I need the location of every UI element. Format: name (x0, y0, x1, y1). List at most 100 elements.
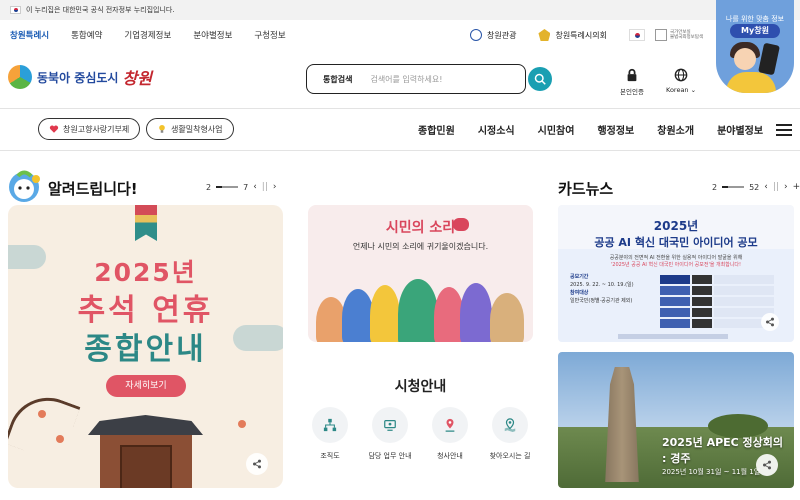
living-project-button[interactable]: 생활밀착형사업 (146, 118, 234, 140)
ai-sponsor-logos (618, 334, 728, 339)
guide-building[interactable]: 청사안내 (428, 407, 472, 461)
share-icon (253, 459, 261, 469)
prev-icon[interactable]: ‹ (253, 182, 257, 192)
guide-label: 찾아오시는 길 (489, 452, 531, 460)
speech-bubble-icon (453, 218, 469, 231)
util-item-changwon[interactable]: 창원특례시 (10, 29, 49, 41)
share-icon (766, 317, 774, 327)
citizen-illustration (370, 285, 400, 342)
council-icon (538, 29, 551, 41)
citizen-voice-card[interactable]: 시민의 소리 언제나 시민의 소리에 귀기울이겠습니다. (308, 205, 533, 342)
voice-title: 시민의 소리 (385, 220, 456, 236)
guide-duties[interactable]: 담당 업무 안내 (368, 407, 412, 461)
hometown-donation-button[interactable]: 창원고향사랑기부제 (38, 118, 141, 140)
guide-label: 조직도 (320, 452, 340, 460)
notice-headline-2: 종합안내 (84, 332, 207, 367)
menu-city-news[interactable]: 시정소식 (478, 122, 515, 137)
citizen-illustration (460, 283, 492, 342)
menu-field-info[interactable]: 분야별정보 (717, 122, 763, 137)
notices-page-current: 2 (206, 182, 212, 192)
lock-icon (627, 68, 637, 82)
plus-icon[interactable]: + (793, 182, 800, 192)
ai-title: 공공 AI 혁신 대국민 아이디어 공모 (594, 236, 758, 249)
share-button[interactable] (756, 454, 778, 476)
guide-directions[interactable]: 찾아오시는 길 (488, 407, 532, 461)
promo-character-face (734, 48, 756, 70)
prev-icon[interactable]: ‹ (764, 182, 768, 192)
guide-label: 청사안내 (437, 452, 463, 460)
share-button[interactable] (246, 453, 268, 475)
util-item-reservation[interactable]: 통합예약 (71, 29, 102, 41)
apec-title: 2025년 APEC 정상회의 (662, 436, 784, 449)
living-project-label: 생활밀착형사업 (171, 124, 223, 134)
gov-banner-text: 이 누리집은 대한민국 공식 전자정부 누리집입니다. (26, 6, 175, 14)
card-news-pager: 2 52 ‹ || › + (712, 182, 800, 192)
util-item-field-info[interactable]: 분야별정보 (193, 29, 232, 41)
search-input[interactable] (370, 74, 491, 84)
auth-label: 본인인증 (620, 88, 644, 96)
util-item-economy[interactable]: 기업경제정보 (124, 29, 171, 41)
flower-decoration (38, 410, 46, 418)
search-label: 통합검색 (323, 74, 353, 84)
nsc-logo[interactable]: 국가안보실 불법국외정보탐색 (655, 29, 703, 41)
next-icon[interactable]: › (273, 182, 277, 192)
org-chart-icon (323, 418, 337, 432)
citizen-illustration (490, 293, 524, 342)
notice-more-button[interactable]: 자세히보기 (106, 375, 186, 397)
flower-decoration (238, 420, 246, 428)
hometown-donation-label: 창원고향사랑기부제 (63, 124, 130, 134)
guide-org-chart[interactable]: 조직도 (308, 407, 352, 461)
share-button[interactable] (761, 313, 779, 331)
logo-script: 창원 (122, 69, 152, 88)
apec-date: 2025년 10월 31일 ~ 11월 1일 (662, 468, 761, 476)
cheomseongdae-image (605, 367, 639, 482)
menu-participation[interactable]: 시민참여 (538, 122, 575, 137)
share-icon (763, 460, 771, 470)
festival-notice-card[interactable]: 2025년 추석 연휴 종합안내 자세히보기 (8, 205, 283, 488)
card-news-page-total: 52 (749, 182, 760, 192)
search-button[interactable] (528, 67, 552, 91)
ai-details: 공모기간 2025. 9. 22. ~ 10. 19.(일) 참여대상 일반국민… (570, 274, 634, 304)
my-changwon-promo[interactable]: 나를 위한 맞춤 정보 My창원 (716, 0, 794, 93)
search-box: 통합검색 (306, 64, 526, 94)
ai-prize-table (660, 275, 778, 333)
gate-roof-decoration (88, 415, 203, 435)
korea-flag-icon (10, 6, 21, 14)
utility-right: 창원관광 창원특례시의회 국가안보실 불법국외정보탐색 (470, 20, 703, 50)
citizen-illustration (398, 279, 438, 342)
main-menu: 종합민원 시정소식 시민참여 행정정보 창원소개 분야별정보 (418, 122, 786, 137)
pause-icon[interactable]: || (262, 182, 268, 192)
voice-subtitle: 언제나 시민의 소리에 귀기울이겠습니다. (352, 242, 489, 251)
notices-pager: 2 7 ‹ || › (206, 182, 276, 192)
ai-year: 2025년 (653, 219, 699, 233)
nav-divider-bottom (0, 150, 800, 151)
menu-about[interactable]: 창원소개 (657, 122, 694, 137)
council-link[interactable]: 창원특례시의회 (538, 29, 607, 41)
taegukgi-icon[interactable] (628, 29, 645, 41)
guide-label: 담당 업무 안내 (368, 452, 412, 460)
pause-icon[interactable]: || (773, 182, 779, 192)
tourism-label: 창원관광 (487, 30, 517, 40)
language-select[interactable]: Korean ⌄ (666, 68, 696, 94)
notice-headline-1: 추석 연휴 (77, 293, 214, 328)
next-icon[interactable]: › (784, 182, 788, 192)
site-logo[interactable]: 동북아 중심도시 창원 (8, 65, 152, 89)
utility-menu: 창원특례시 통합예약 기업경제정보 분야별정보 구청정보 (0, 29, 308, 41)
menu-civil-affairs[interactable]: 종합민원 (418, 122, 455, 137)
tourism-link[interactable]: 창원관광 (470, 29, 516, 41)
promo-label: My창원 (730, 24, 780, 38)
gate-door-decoration (120, 445, 172, 488)
promo-character-body (726, 72, 776, 93)
apec-card[interactable]: 2025년 APEC 정상회의 : 경주 2025년 10월 31일 ~ 11월… (558, 352, 794, 488)
card-news-page-current: 2 (712, 182, 718, 192)
util-item-district[interactable]: 구청정보 (254, 29, 285, 41)
auth-button[interactable]: 본인인증 (620, 68, 644, 96)
ai-subtitle: 공공분야의 전면적 AI 전환을 위한 실용적 아이디어 발굴을 위해 '202… (609, 255, 743, 268)
ai-contest-card[interactable]: 2025년 공공 AI 혁신 대국민 아이디어 공모 공공분야의 전면적 AI … (558, 205, 794, 342)
tourism-icon (470, 29, 482, 41)
logo-text: 동북아 중심도시 (37, 70, 119, 85)
branch-decoration (8, 386, 81, 464)
menu-icon[interactable] (776, 124, 792, 136)
notices-progress-bar (216, 185, 239, 188)
menu-admin-info[interactable]: 행정정보 (597, 122, 634, 137)
